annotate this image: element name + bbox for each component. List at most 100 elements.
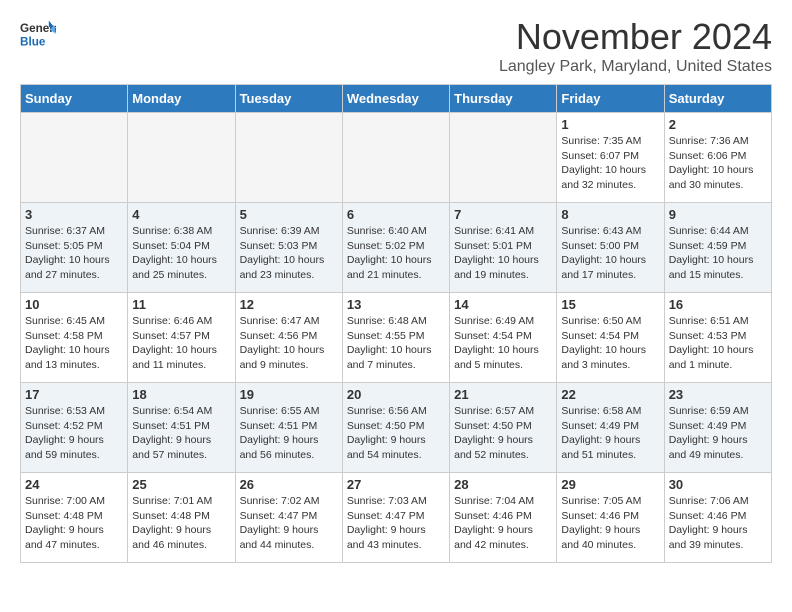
- day-number: 9: [669, 207, 767, 222]
- day-info: Sunrise: 6:54 AM Sunset: 4:51 PM Dayligh…: [132, 404, 230, 463]
- day-number: 25: [132, 477, 230, 492]
- page-container: General Blue November 2024 Langley Park,…: [0, 0, 792, 579]
- day-cell: [21, 113, 128, 203]
- day-number: 1: [561, 117, 659, 132]
- day-info: Sunrise: 6:57 AM Sunset: 4:50 PM Dayligh…: [454, 404, 552, 463]
- day-number: 10: [25, 297, 123, 312]
- logo: General Blue: [20, 16, 60, 52]
- day-number: 15: [561, 297, 659, 312]
- col-header-saturday: Saturday: [664, 85, 771, 113]
- day-cell: 6 Sunrise: 6:40 AM Sunset: 5:02 PM Daylig…: [342, 203, 449, 293]
- day-cell: 13 Sunrise: 6:48 AM Sunset: 4:55 PM Dayli…: [342, 293, 449, 383]
- day-info: Sunrise: 6:44 AM Sunset: 4:59 PM Dayligh…: [669, 224, 767, 283]
- col-header-friday: Friday: [557, 85, 664, 113]
- week-row-4: 17 Sunrise: 6:53 AM Sunset: 4:52 PM Dayli…: [21, 383, 772, 473]
- day-number: 3: [25, 207, 123, 222]
- day-info: Sunrise: 7:02 AM Sunset: 4:47 PM Dayligh…: [240, 494, 338, 553]
- day-cell: 20Sunrise: 6:56 AM Sunset: 4:50 PM Dayli…: [342, 383, 449, 473]
- day-info: Sunrise: 7:05 AM Sunset: 4:46 PM Dayligh…: [561, 494, 659, 553]
- day-number: 16: [669, 297, 767, 312]
- day-cell: 24 Sunrise: 7:00 AM Sunset: 4:48 PM Dayli…: [21, 473, 128, 563]
- header: General Blue November 2024 Langley Park,…: [20, 16, 772, 76]
- day-number: 29: [561, 477, 659, 492]
- day-number: 22: [561, 387, 659, 402]
- day-number: 12: [240, 297, 338, 312]
- day-number: 17: [25, 387, 123, 402]
- week-row-1: 1 Sunrise: 7:35 AM Sunset: 6:07 PM Daylig…: [21, 113, 772, 203]
- day-info: Sunrise: 6:59 AM Sunset: 4:49 PM Dayligh…: [669, 404, 767, 463]
- week-row-2: 3 Sunrise: 6:37 AM Sunset: 5:05 PM Daylig…: [21, 203, 772, 293]
- day-number: 6: [347, 207, 445, 222]
- day-number: 27: [347, 477, 445, 492]
- day-info: Sunrise: 7:01 AM Sunset: 4:48 PM Dayligh…: [132, 494, 230, 553]
- day-info: Sunrise: 6:40 AM Sunset: 5:02 PM Dayligh…: [347, 224, 445, 283]
- month-title: November 2024: [499, 16, 772, 58]
- day-cell: 21 Sunrise: 6:57 AM Sunset: 4:50 PM Dayli…: [450, 383, 557, 473]
- day-number: 23: [669, 387, 767, 402]
- day-cell: 8 Sunrise: 6:43 AM Sunset: 5:00 PM Daylig…: [557, 203, 664, 293]
- day-info: Sunrise: 6:53 AM Sunset: 4:52 PM Dayligh…: [25, 404, 123, 463]
- day-cell: 25 Sunrise: 7:01 AM Sunset: 4:48 PM Dayli…: [128, 473, 235, 563]
- day-info: Sunrise: 6:49 AM Sunset: 4:54 PM Dayligh…: [454, 314, 552, 373]
- day-number: 21: [454, 387, 552, 402]
- day-number: 13: [347, 297, 445, 312]
- day-cell: 3 Sunrise: 6:37 AM Sunset: 5:05 PM Daylig…: [21, 203, 128, 293]
- day-info: Sunrise: 6:38 AM Sunset: 5:04 PM Dayligh…: [132, 224, 230, 283]
- day-cell: 2 Sunrise: 7:36 AM Sunset: 6:06 PM Daylig…: [664, 113, 771, 203]
- day-info: Sunrise: 6:48 AM Sunset: 4:55 PM Dayligh…: [347, 314, 445, 373]
- day-cell: 26 Sunrise: 7:02 AM Sunset: 4:47 PM Dayli…: [235, 473, 342, 563]
- day-cell: 12Sunrise: 6:47 AM Sunset: 4:56 PM Dayli…: [235, 293, 342, 383]
- svg-text:Blue: Blue: [20, 36, 46, 49]
- day-info: Sunrise: 6:43 AM Sunset: 5:00 PM Dayligh…: [561, 224, 659, 283]
- day-info: Sunrise: 7:00 AM Sunset: 4:48 PM Dayligh…: [25, 494, 123, 553]
- day-cell: 10Sunrise: 6:45 AM Sunset: 4:58 PM Dayli…: [21, 293, 128, 383]
- day-number: 24: [25, 477, 123, 492]
- day-cell: 9 Sunrise: 6:44 AM Sunset: 4:59 PM Daylig…: [664, 203, 771, 293]
- day-cell: [235, 113, 342, 203]
- col-header-sunday: Sunday: [21, 85, 128, 113]
- col-header-monday: Monday: [128, 85, 235, 113]
- day-number: 28: [454, 477, 552, 492]
- col-header-tuesday: Tuesday: [235, 85, 342, 113]
- day-info: Sunrise: 6:46 AM Sunset: 4:57 PM Dayligh…: [132, 314, 230, 373]
- day-cell: 23 Sunrise: 6:59 AM Sunset: 4:49 PM Dayli…: [664, 383, 771, 473]
- day-info: Sunrise: 7:35 AM Sunset: 6:07 PM Dayligh…: [561, 134, 659, 193]
- header-row: SundayMondayTuesdayWednesdayThursdayFrid…: [21, 85, 772, 113]
- day-cell: 1 Sunrise: 7:35 AM Sunset: 6:07 PM Daylig…: [557, 113, 664, 203]
- day-cell: 17 Sunrise: 6:53 AM Sunset: 4:52 PM Dayli…: [21, 383, 128, 473]
- day-cell: 5 Sunrise: 6:39 AM Sunset: 5:03 PM Daylig…: [235, 203, 342, 293]
- day-info: Sunrise: 7:06 AM Sunset: 4:46 PM Dayligh…: [669, 494, 767, 553]
- day-info: Sunrise: 6:50 AM Sunset: 4:54 PM Dayligh…: [561, 314, 659, 373]
- day-number: 26: [240, 477, 338, 492]
- day-info: Sunrise: 6:56 AM Sunset: 4:50 PM Dayligh…: [347, 404, 445, 463]
- day-cell: 16 Sunrise: 6:51 AM Sunset: 4:53 PM Dayli…: [664, 293, 771, 383]
- logo-icon: General Blue: [20, 16, 56, 52]
- day-number: 19: [240, 387, 338, 402]
- day-info: Sunrise: 6:37 AM Sunset: 5:05 PM Dayligh…: [25, 224, 123, 283]
- day-cell: [450, 113, 557, 203]
- day-cell: 27 Sunrise: 7:03 AM Sunset: 4:47 PM Dayli…: [342, 473, 449, 563]
- col-header-thursday: Thursday: [450, 85, 557, 113]
- day-number: 14: [454, 297, 552, 312]
- calendar-table: SundayMondayTuesdayWednesdayThursdayFrid…: [20, 84, 772, 563]
- day-number: 5: [240, 207, 338, 222]
- day-cell: 22Sunrise: 6:58 AM Sunset: 4:49 PM Dayli…: [557, 383, 664, 473]
- day-info: Sunrise: 6:51 AM Sunset: 4:53 PM Dayligh…: [669, 314, 767, 373]
- day-info: Sunrise: 6:41 AM Sunset: 5:01 PM Dayligh…: [454, 224, 552, 283]
- day-cell: 18Sunrise: 6:54 AM Sunset: 4:51 PM Dayli…: [128, 383, 235, 473]
- day-info: Sunrise: 6:55 AM Sunset: 4:51 PM Dayligh…: [240, 404, 338, 463]
- day-info: Sunrise: 6:39 AM Sunset: 5:03 PM Dayligh…: [240, 224, 338, 283]
- day-number: 11: [132, 297, 230, 312]
- day-cell: 15 Sunrise: 6:50 AM Sunset: 4:54 PM Dayli…: [557, 293, 664, 383]
- day-info: Sunrise: 7:04 AM Sunset: 4:46 PM Dayligh…: [454, 494, 552, 553]
- day-cell: 7Sunrise: 6:41 AM Sunset: 5:01 PM Daylig…: [450, 203, 557, 293]
- day-info: Sunrise: 7:36 AM Sunset: 6:06 PM Dayligh…: [669, 134, 767, 193]
- day-cell: 19 Sunrise: 6:55 AM Sunset: 4:51 PM Dayli…: [235, 383, 342, 473]
- day-number: 8: [561, 207, 659, 222]
- col-header-wednesday: Wednesday: [342, 85, 449, 113]
- title-section: November 2024 Langley Park, Maryland, Un…: [499, 16, 772, 76]
- week-row-5: 24 Sunrise: 7:00 AM Sunset: 4:48 PM Dayli…: [21, 473, 772, 563]
- day-info: Sunrise: 7:03 AM Sunset: 4:47 PM Dayligh…: [347, 494, 445, 553]
- day-number: 2: [669, 117, 767, 132]
- location: Langley Park, Maryland, United States: [499, 58, 772, 76]
